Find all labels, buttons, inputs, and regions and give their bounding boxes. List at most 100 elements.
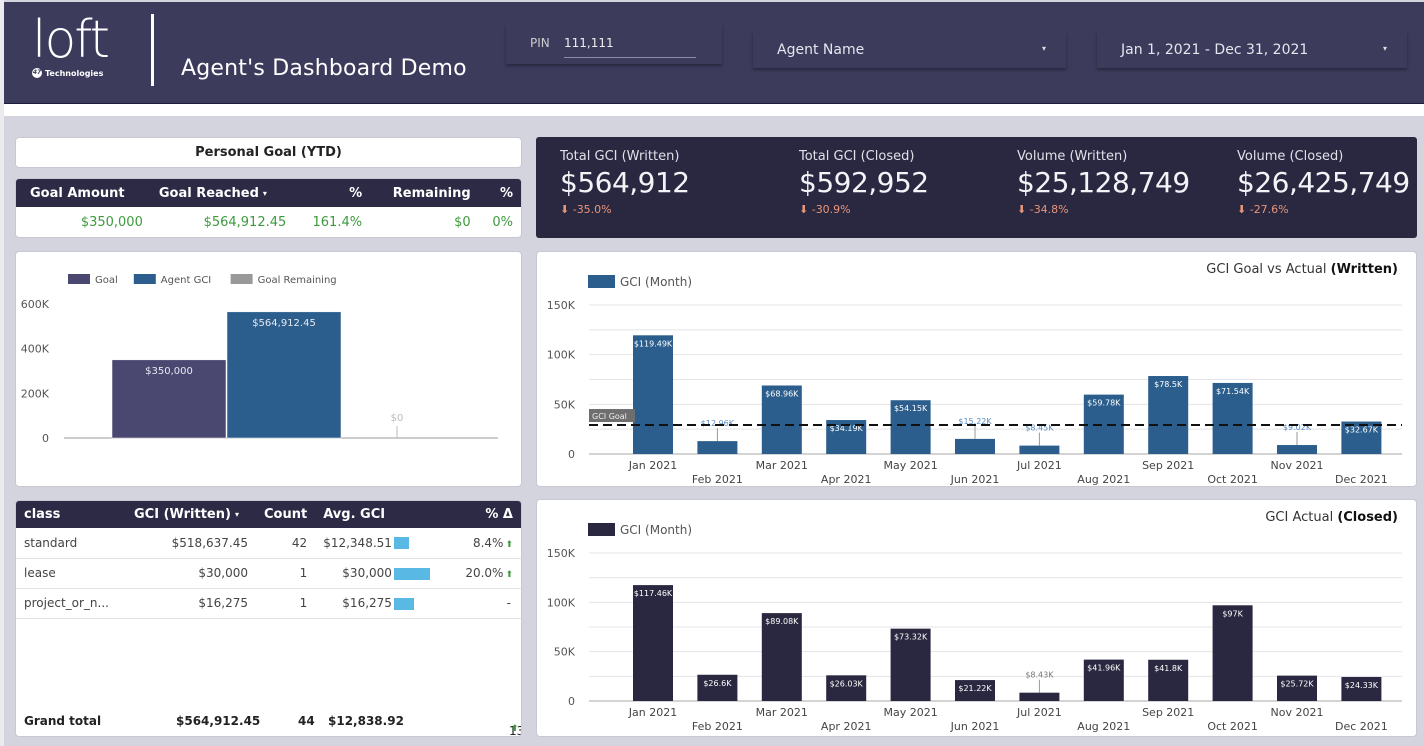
x-tick-label: Mar 2021 [756,706,808,719]
chevron-down-icon: ▾ [1041,44,1046,53]
bar-data-label: $32.67K [1345,426,1379,435]
remaining-percent-value: 0% [492,214,513,230]
goal-bar-chart-svg: Goal Agent GCI Goal Remaining 0 200K 400K 600K… [21,274,498,445]
goal-reference-label: GCI Goal [592,412,627,421]
pct-cell: 8.4% ⬆ [437,528,521,559]
bar [761,613,802,701]
x-tick-label: Aug 2021 [1077,720,1130,733]
col-goal-reached[interactable]: Goal Reached ▾ [150,179,295,207]
bar-data-label: $24.33K [1345,681,1379,690]
gci-written-chart: GCI (Month) 0 50K 100K 150K $119.49K Jan 2021 $… [536,251,1417,487]
bar [1019,445,1060,454]
bar-data-label: $68.96K [765,389,799,398]
kpi-volume-written: Volume (Written) $25,128,749 ⬇ -34.8% [1017,149,1190,216]
kpi-volume-closed: Volume (Closed) $26,425,749 ⬇ -27.6% [1237,149,1410,216]
legend-swatch [230,274,253,284]
legend-swatch [133,274,156,284]
sort-desc-icon[interactable]: ▾ [235,510,239,519]
bar [1019,692,1060,701]
legend-swatch [68,274,90,284]
table-row[interactable]: standard $518,637.45 42 $12,348.51 8.4% ⬆ [16,528,521,559]
date-range-picker[interactable]: Jan 1, 2021 - Dec 31, 2021 ▾ [1097,32,1407,68]
class-cell: lease [16,558,126,589]
bar [633,585,673,701]
logo-badge-icon: 47 [32,68,42,78]
kpi-scorecards: Total GCI (Written) $564,912 ⬇ -35.0% To… [536,137,1417,238]
bar-data-label: $54.15K [894,404,928,413]
bar-data-label: $41.96K [1087,664,1121,673]
col-avg-gci[interactable]: Avg. GCI [315,501,438,528]
col-count[interactable]: Count [256,501,316,528]
goal-vs-gci-chart: Goal Agent GCI Goal Remaining 0 200K 400K 600K… [15,251,522,487]
col-remaining[interactable]: Remaining [370,179,479,207]
gci-written-chart-svg: GCI (Month) 0 50K 100K 150K $119.49K Jan 2021 $… [547,275,1402,486]
avg-cell: $30,000 [315,558,438,589]
goal-reached-value: $564,912.45 [203,214,287,230]
x-tick-label: May 2021 [883,706,937,719]
x-tick-label: Oct 2021 [1207,720,1258,733]
bar [1277,445,1317,454]
pin-input[interactable]: 111,111 [564,36,696,58]
goal-amount-value: $350,000 [80,214,143,230]
col-gci-written[interactable]: GCI (Written) ▾ [126,501,256,528]
x-tick-label: Sep 2021 [1142,706,1194,719]
bar-data-label: $71.54K [1216,387,1250,396]
sort-desc-icon[interactable]: ▾ [263,189,267,198]
bar-data-label: $0 [391,413,404,424]
col-percent[interactable]: % [294,179,371,207]
table-row[interactable]: project_or_n... $16,275 1 $16,275- [16,588,521,619]
col-remaining-percent[interactable]: % [478,179,521,207]
pin-input-control[interactable]: PIN 111,111 [506,24,722,64]
y-tick-label: 150K [547,547,576,560]
count-cell: 1 [256,558,316,589]
x-tick-label: Oct 2021 [1207,473,1258,486]
loft-logo: loft 47 Technologies [32,10,142,90]
agent-name-placeholder: Agent Name [777,42,865,58]
x-tick-label: Nov 2021 [1271,459,1324,472]
x-tick-label: Dec 2021 [1335,720,1388,733]
pct-cell: - [437,588,521,619]
kpi-total-gci-closed: Total GCI (Closed) $592,952 ⬇ -30.9% [799,149,929,216]
bar-data-label: $119.49K [634,339,673,348]
x-tick-label: Sep 2021 [1142,459,1194,472]
col-goal-amount[interactable]: Goal Amount [16,179,151,207]
y-tick-label: 100K [547,596,576,609]
y-tick-label: 0 [42,432,49,445]
arrow-up-icon: ⬆ [511,724,519,734]
x-tick-label: Jun 2021 [950,473,1000,486]
avg-bar [393,597,414,610]
bar-data-label: $25.72K [1280,680,1314,689]
agent-name-dropdown[interactable]: Agent Name ▾ [753,32,1066,68]
avg-cell: $12,348.51 [315,528,438,559]
x-tick-label: Apr 2021 [821,720,872,733]
x-tick-label: Jul 2021 [1016,459,1062,472]
personal-goal-table: Goal Amount Goal Reached ▾ % Remaining % … [15,178,522,238]
col-pct-delta[interactable]: % Δ [437,501,521,528]
class-breakdown-table: class GCI (Written) ▾ Count Avg. GCI % Δ … [15,500,522,737]
page-title: Agent's Dashboard Demo [181,56,467,81]
x-tick-label: Jun 2021 [950,720,1000,733]
logo-word: loft [32,10,110,70]
chevron-down-icon: ▾ [1382,44,1387,53]
x-tick-label: Jan 2021 [628,706,677,719]
bar-data-label: $8.43K [1025,671,1054,680]
y-tick-label: 600K [21,298,50,311]
bar-data-label: $59.78K [1087,399,1121,408]
table-row[interactable]: lease $30,000 1 $30,000 20.0% ⬆ [16,558,521,589]
x-tick-label: Dec 2021 [1335,473,1388,486]
bar-data-label: $564,912.45 [252,318,316,329]
y-tick-label: 100K [547,349,576,362]
bar-data-label: $89.08K [765,617,799,626]
date-range-value: Jan 1, 2021 - Dec 31, 2021 [1121,42,1309,58]
x-tick-label: Jul 2021 [1016,706,1062,719]
gci-cell: $30,000 [126,558,256,589]
arrow-down-icon: ⬇ [1237,203,1247,216]
gci-closed-chart: GCI (Month) 0 50K 100K 150K $117.46K Jan 2021 $… [536,499,1417,737]
x-tick-label: Mar 2021 [756,459,808,472]
bar-data-label: $41.8K [1154,664,1183,673]
header-spacer [4,104,1424,116]
chart-title: GCI Actual (Closed) [1265,510,1398,525]
class-cell: standard [16,528,126,559]
col-class[interactable]: class [16,501,126,528]
grand-total-label: Grand total [24,714,102,728]
